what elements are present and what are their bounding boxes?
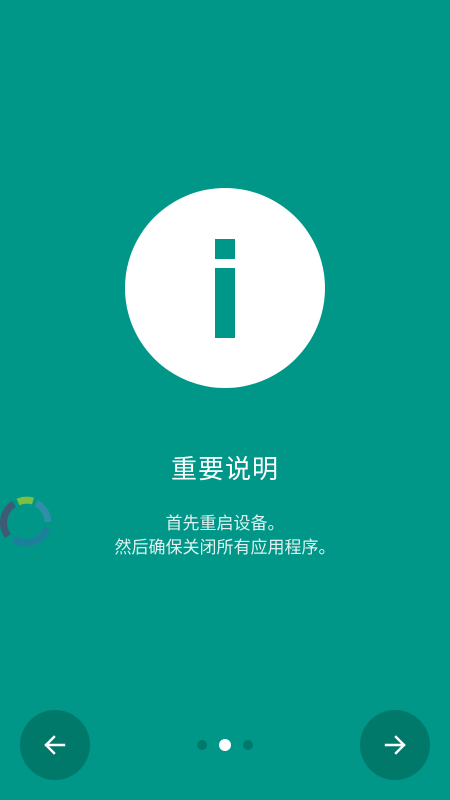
onboarding-screen: 重要说明 首先重启设备。 然后确保关闭所有应用程序。 <box>0 0 450 800</box>
page-dot-2-active <box>219 739 231 751</box>
page-title: 重要说明 <box>170 455 279 485</box>
spinner-segment-dark <box>0 501 17 539</box>
info-icon-dot <box>215 239 235 259</box>
description: 首先重启设备。 然后确保关闭所有应用程序。 <box>0 512 450 560</box>
info-icon <box>125 188 325 388</box>
spinner-segment-teal <box>12 526 51 547</box>
next-button[interactable] <box>360 710 430 780</box>
description-line-1: 首先重启设备。 <box>165 514 285 534</box>
page-dot-3 <box>243 740 253 750</box>
description-line-2: 然后确保关闭所有应用程序。 <box>114 538 336 558</box>
previous-button[interactable] <box>20 710 90 780</box>
arrow-right-icon <box>384 735 406 755</box>
page-dot-1 <box>197 740 207 750</box>
spinner-segment-blue <box>34 499 52 523</box>
spinner-segment-green <box>16 496 34 506</box>
loading-spinner-icon <box>0 496 52 547</box>
arrow-left-icon <box>44 735 66 755</box>
page-indicator <box>195 738 255 752</box>
info-icon-bar <box>215 268 235 338</box>
